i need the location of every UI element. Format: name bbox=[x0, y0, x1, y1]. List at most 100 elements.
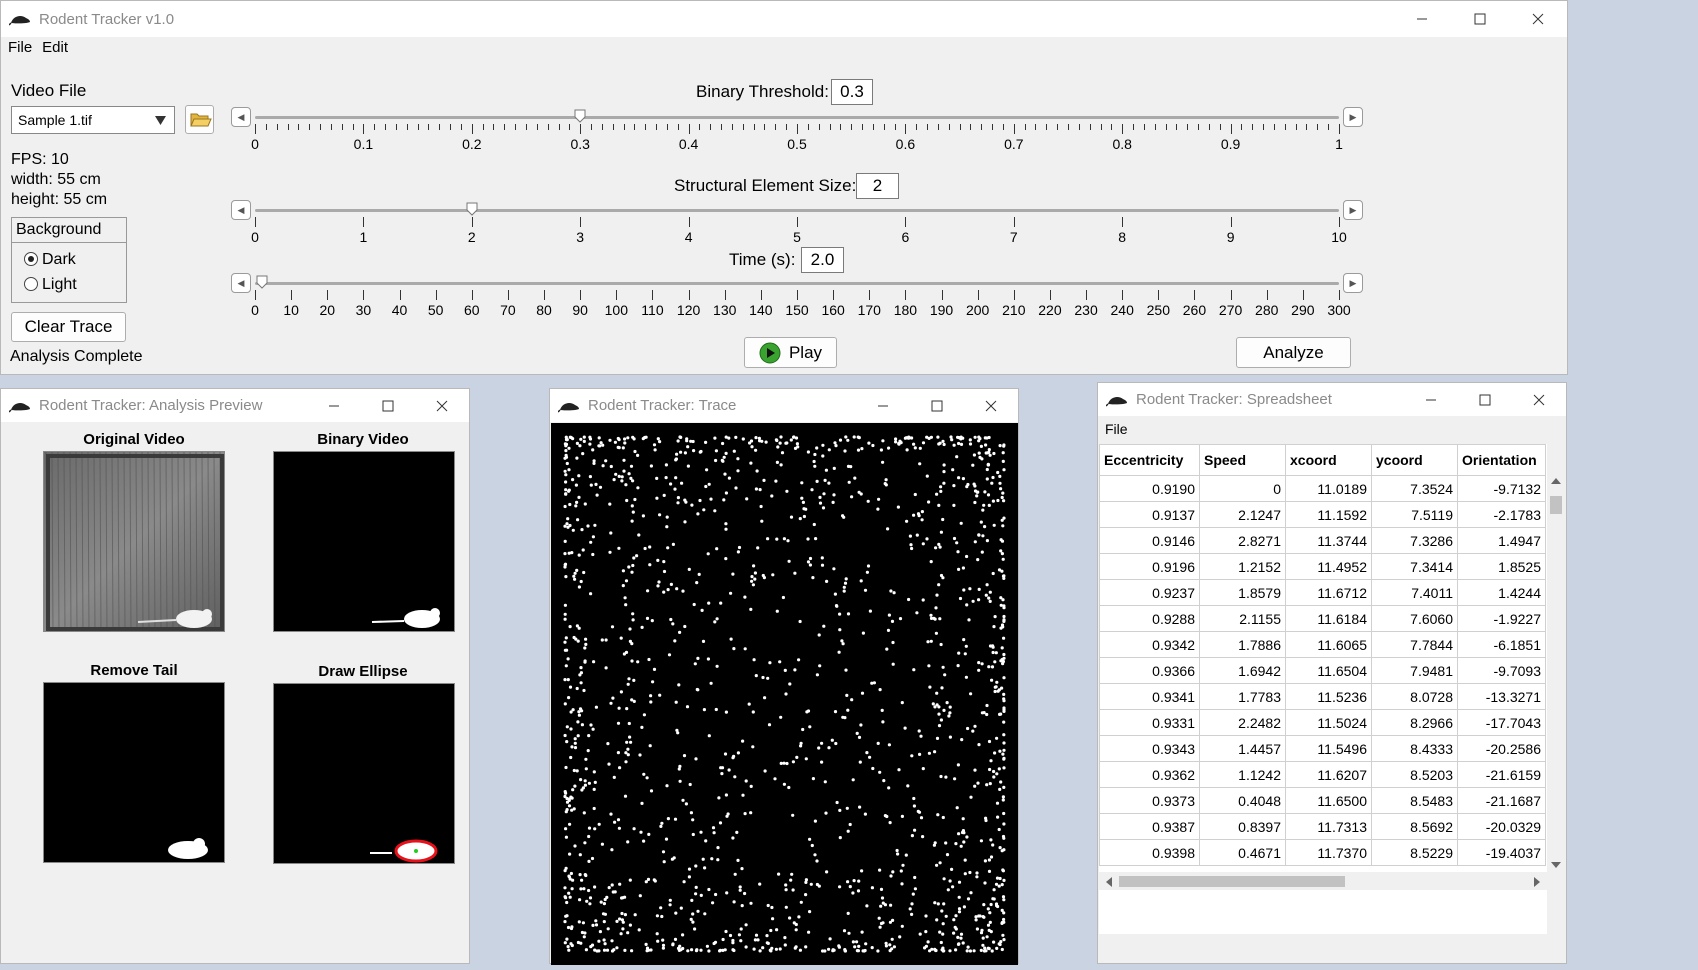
table-row[interactable]: 0.9331 2.2482 11.5024 8.2966 -17.7043 bbox=[1099, 709, 1546, 736]
table-cell[interactable]: -19.4037 bbox=[1457, 839, 1546, 866]
table-cell[interactable]: 8.5229 bbox=[1371, 839, 1458, 866]
column-header[interactable]: xcoord bbox=[1285, 444, 1372, 476]
table-row[interactable]: 0.9196 1.2152 11.4952 7.3414 1.8525 bbox=[1099, 553, 1546, 580]
table-cell[interactable]: 11.6712 bbox=[1285, 579, 1372, 606]
analyze-button[interactable]: Analyze bbox=[1236, 337, 1351, 368]
vertical-scrollbar[interactable] bbox=[1547, 474, 1565, 934]
time-thumb[interactable] bbox=[256, 275, 268, 289]
struct-element-thumb[interactable] bbox=[466, 202, 478, 216]
table-cell[interactable]: -13.3271 bbox=[1457, 683, 1546, 710]
radio-light-indicator[interactable] bbox=[24, 277, 38, 291]
table-cell[interactable]: 11.6504 bbox=[1285, 657, 1372, 684]
binary-threshold-slider[interactable]: ◀ ▶ 0 0.1 0.2 0.3 0.4 0.5 0.6 0.7 0.8 0.9 1 bbox=[231, 105, 1365, 153]
table-cell[interactable]: -20.2586 bbox=[1457, 735, 1546, 762]
table-cell[interactable]: 0.9190 bbox=[1099, 475, 1200, 502]
slider-right-arrow-icon[interactable]: ▶ bbox=[1343, 107, 1363, 127]
table-row[interactable]: 0.9342 1.7886 11.6065 7.7844 -6.1851 bbox=[1099, 631, 1546, 658]
column-header[interactable]: ycoord bbox=[1371, 444, 1458, 476]
table-cell[interactable]: 0.9362 bbox=[1099, 761, 1200, 788]
table-row[interactable]: 0.9366 1.6942 11.6504 7.9481 -9.7093 bbox=[1099, 657, 1546, 684]
table-cell[interactable]: 0.9331 bbox=[1099, 709, 1200, 736]
table-cell[interactable]: 7.7844 bbox=[1371, 631, 1458, 658]
table-cell[interactable]: 11.7313 bbox=[1285, 813, 1372, 840]
menu-file[interactable]: File bbox=[3, 39, 37, 56]
table-cell[interactable]: 1.4457 bbox=[1199, 735, 1286, 762]
time-slider[interactable]: ◀ ▶ 0 10 20 30 40 50 60 70 80 90 100 110 120 130 140 15… bbox=[231, 272, 1365, 320]
table-cell[interactable]: -21.6159 bbox=[1457, 761, 1546, 788]
column-header[interactable]: Eccentricity bbox=[1099, 444, 1200, 476]
table-cell[interactable]: 1.7783 bbox=[1199, 683, 1286, 710]
table-cell[interactable]: 0.9237 bbox=[1099, 579, 1200, 606]
table-cell[interactable]: 0.9398 bbox=[1099, 839, 1200, 866]
table-cell[interactable]: 2.1155 bbox=[1199, 605, 1286, 632]
minimize-icon[interactable] bbox=[1393, 1, 1451, 37]
table-cell[interactable]: 0.9196 bbox=[1099, 553, 1200, 580]
video-file-dropdown[interactable]: Sample 1.tif bbox=[11, 106, 175, 134]
table-cell[interactable]: -2.1783 bbox=[1457, 501, 1546, 528]
vertical-scroll-thumb[interactable] bbox=[1550, 496, 1562, 514]
table-row[interactable]: 0.9362 1.1242 11.6207 8.5203 -21.6159 bbox=[1099, 761, 1546, 788]
table-cell[interactable]: 1.8525 bbox=[1457, 553, 1546, 580]
radio-light[interactable]: Light bbox=[24, 276, 77, 294]
table-cell[interactable]: 11.3744 bbox=[1285, 527, 1372, 554]
table-cell[interactable]: 8.5483 bbox=[1371, 787, 1458, 814]
clear-trace-button[interactable]: Clear Trace bbox=[11, 312, 126, 342]
table-cell[interactable]: 7.3414 bbox=[1371, 553, 1458, 580]
spreadsheet-menu-file[interactable]: File bbox=[1100, 421, 1133, 437]
table-row[interactable]: 0.9237 1.8579 11.6712 7.4011 1.4244 bbox=[1099, 579, 1546, 606]
table-cell[interactable]: -9.7093 bbox=[1457, 657, 1546, 684]
maximize-icon[interactable] bbox=[910, 389, 964, 422]
table-row[interactable]: 0.9190 0 11.0189 7.3524 -9.7132 bbox=[1099, 475, 1546, 502]
table-row[interactable]: 0.9146 2.8271 11.3744 7.3286 1.4947 bbox=[1099, 527, 1546, 554]
table-row[interactable]: 0.9137 2.1247 11.1592 7.5119 -2.1783 bbox=[1099, 501, 1546, 528]
table-cell[interactable]: 1.6942 bbox=[1199, 657, 1286, 684]
slider-right-arrow-icon[interactable]: ▶ bbox=[1343, 200, 1363, 220]
table-cell[interactable]: 7.6060 bbox=[1371, 605, 1458, 632]
table-cell[interactable]: 2.8271 bbox=[1199, 527, 1286, 554]
table-cell[interactable]: 8.2966 bbox=[1371, 709, 1458, 736]
table-cell[interactable]: 11.7370 bbox=[1285, 839, 1372, 866]
table-cell[interactable]: 11.5236 bbox=[1285, 683, 1372, 710]
struct-element-field[interactable]: 2 bbox=[856, 173, 899, 199]
minimize-icon[interactable] bbox=[307, 389, 361, 422]
table-cell[interactable]: 1.8579 bbox=[1199, 579, 1286, 606]
table-cell[interactable]: 11.6065 bbox=[1285, 631, 1372, 658]
maximize-icon[interactable] bbox=[1451, 1, 1509, 37]
table-cell[interactable]: 8.0728 bbox=[1371, 683, 1458, 710]
table-cell[interactable]: 0.4671 bbox=[1199, 839, 1286, 866]
scroll-down-icon[interactable] bbox=[1551, 861, 1561, 869]
radio-dark-indicator[interactable] bbox=[24, 252, 38, 266]
table-cell[interactable]: 0.8397 bbox=[1199, 813, 1286, 840]
play-button[interactable]: Play bbox=[744, 337, 837, 368]
table-cell[interactable]: 7.9481 bbox=[1371, 657, 1458, 684]
menu-edit[interactable]: Edit bbox=[37, 39, 73, 56]
table-cell[interactable]: 11.0189 bbox=[1285, 475, 1372, 502]
scroll-up-icon[interactable] bbox=[1551, 477, 1561, 485]
table-cell[interactable]: 0.9387 bbox=[1099, 813, 1200, 840]
table-cell[interactable]: -6.1851 bbox=[1457, 631, 1546, 658]
table-row[interactable]: 0.9341 1.7783 11.5236 8.0728 -13.3271 bbox=[1099, 683, 1546, 710]
close-icon[interactable] bbox=[1512, 383, 1566, 416]
table-cell[interactable]: 8.5203 bbox=[1371, 761, 1458, 788]
maximize-icon[interactable] bbox=[361, 389, 415, 422]
table-cell[interactable]: 2.2482 bbox=[1199, 709, 1286, 736]
table-cell[interactable]: 0.9137 bbox=[1099, 501, 1200, 528]
slider-left-arrow-icon[interactable]: ◀ bbox=[231, 107, 251, 127]
horizontal-scrollbar[interactable] bbox=[1099, 872, 1547, 890]
table-cell[interactable]: 11.4952 bbox=[1285, 553, 1372, 580]
scroll-left-icon[interactable] bbox=[1105, 877, 1113, 887]
horizontal-scroll-thumb[interactable] bbox=[1119, 876, 1345, 887]
table-cell[interactable]: 11.6500 bbox=[1285, 787, 1372, 814]
table-cell[interactable]: -1.9227 bbox=[1457, 605, 1546, 632]
radio-dark[interactable]: Dark bbox=[24, 251, 76, 269]
table-cell[interactable]: 11.6207 bbox=[1285, 761, 1372, 788]
table-cell[interactable]: 11.5496 bbox=[1285, 735, 1372, 762]
maximize-icon[interactable] bbox=[1458, 383, 1512, 416]
binary-threshold-field[interactable]: 0.3 bbox=[831, 79, 873, 105]
table-cell[interactable]: -17.7043 bbox=[1457, 709, 1546, 736]
table-cell[interactable]: 1.2152 bbox=[1199, 553, 1286, 580]
scroll-right-icon[interactable] bbox=[1533, 877, 1541, 887]
table-cell[interactable]: 8.5692 bbox=[1371, 813, 1458, 840]
table-cell[interactable]: 2.1247 bbox=[1199, 501, 1286, 528]
table-cell[interactable]: 0.9366 bbox=[1099, 657, 1200, 684]
